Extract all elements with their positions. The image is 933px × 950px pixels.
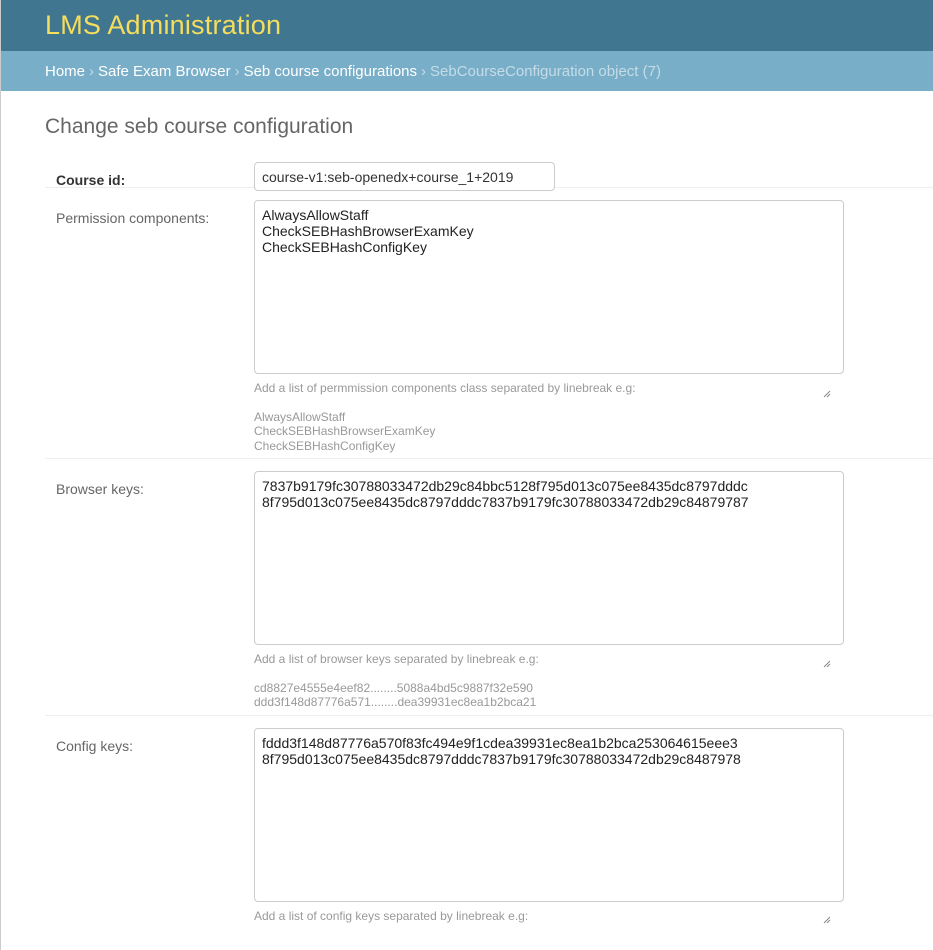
permission-components-label: Permission components: xyxy=(56,210,210,226)
breadcrumb-home-link[interactable]: Home xyxy=(45,63,85,80)
browser-keys-help: Add a list of browser keys separated by … xyxy=(254,652,933,710)
browser-keys-textarea[interactable]: 7837b9179fc30788033472db29c84bbc5128f795… xyxy=(254,471,844,645)
breadcrumb-separator: › xyxy=(234,62,240,80)
breadcrumb-app-link[interactable]: Safe Exam Browser xyxy=(98,63,231,80)
site-header: LMS Administration xyxy=(0,0,933,51)
breadcrumb: Home › Safe Exam Browser › Seb course co… xyxy=(0,51,933,91)
breadcrumb-model-link[interactable]: Seb course configurations xyxy=(244,63,417,80)
form-row-config-keys: Config keys: fddd3f148d87776a570f83fc494… xyxy=(45,716,933,926)
breadcrumb-separator: › xyxy=(89,62,95,80)
config-keys-field: fddd3f148d87776a570f83fc494e9f1cdea39931… xyxy=(254,728,933,924)
browser-keys-label: Browser keys: xyxy=(56,481,144,497)
course-id-label: Course id: xyxy=(56,172,126,188)
config-keys-help: Add a list of config keys separated by l… xyxy=(254,909,933,924)
breadcrumb-current: SebCourseConfiguration object (7) xyxy=(430,62,661,80)
help-example: AlwaysAllowStaff xyxy=(254,409,346,424)
course-id-input[interactable] xyxy=(254,162,555,191)
breadcrumb-separator: › xyxy=(421,62,426,80)
permission-components-textarea[interactable]: AlwaysAllowStaff CheckSEBHashBrowserExam… xyxy=(254,200,844,374)
permission-components-help: Add a list of permmission components cla… xyxy=(254,381,933,453)
help-example: CheckSEBHashConfigKey xyxy=(254,438,396,453)
form-row-permission-components: Permission components: AlwaysAllowStaff … xyxy=(45,188,933,459)
form-row-course-id: Course id: xyxy=(45,145,933,191)
help-text: Add a list of permmission components cla… xyxy=(254,381,636,395)
help-example: cd8827e4555e4eef82........5088a4bd5c9887… xyxy=(254,680,533,695)
page-title: Change seb course configuration xyxy=(45,115,354,138)
resize-grip-icon[interactable] xyxy=(823,660,831,668)
help-example: ddd3f148d87776a571........dea39931ec8ea1… xyxy=(254,695,537,709)
permission-components-field: AlwaysAllowStaff CheckSEBHashBrowserExam… xyxy=(254,200,933,453)
site-name[interactable]: LMS Administration xyxy=(45,10,281,41)
config-keys-label: Config keys: xyxy=(56,738,134,754)
help-text: Add a list of config keys separated by l… xyxy=(254,909,529,923)
left-border xyxy=(0,0,1,950)
resize-grip-icon[interactable] xyxy=(823,390,831,398)
content: Change seb course configuration Course i… xyxy=(0,115,933,926)
resize-grip-icon[interactable] xyxy=(823,916,831,924)
form-row-browser-keys: Browser keys: 7837b9179fc30788033472db29… xyxy=(45,459,933,716)
course-id-field xyxy=(254,162,933,191)
help-example: CheckSEBHashBrowserExamKey xyxy=(254,424,436,438)
help-text: Add a list of browser keys separated by … xyxy=(254,652,539,666)
browser-keys-field: 7837b9179fc30788033472db29c84bbc5128f795… xyxy=(254,471,933,710)
config-keys-textarea[interactable]: fddd3f148d87776a570f83fc494e9f1cdea39931… xyxy=(254,728,844,902)
